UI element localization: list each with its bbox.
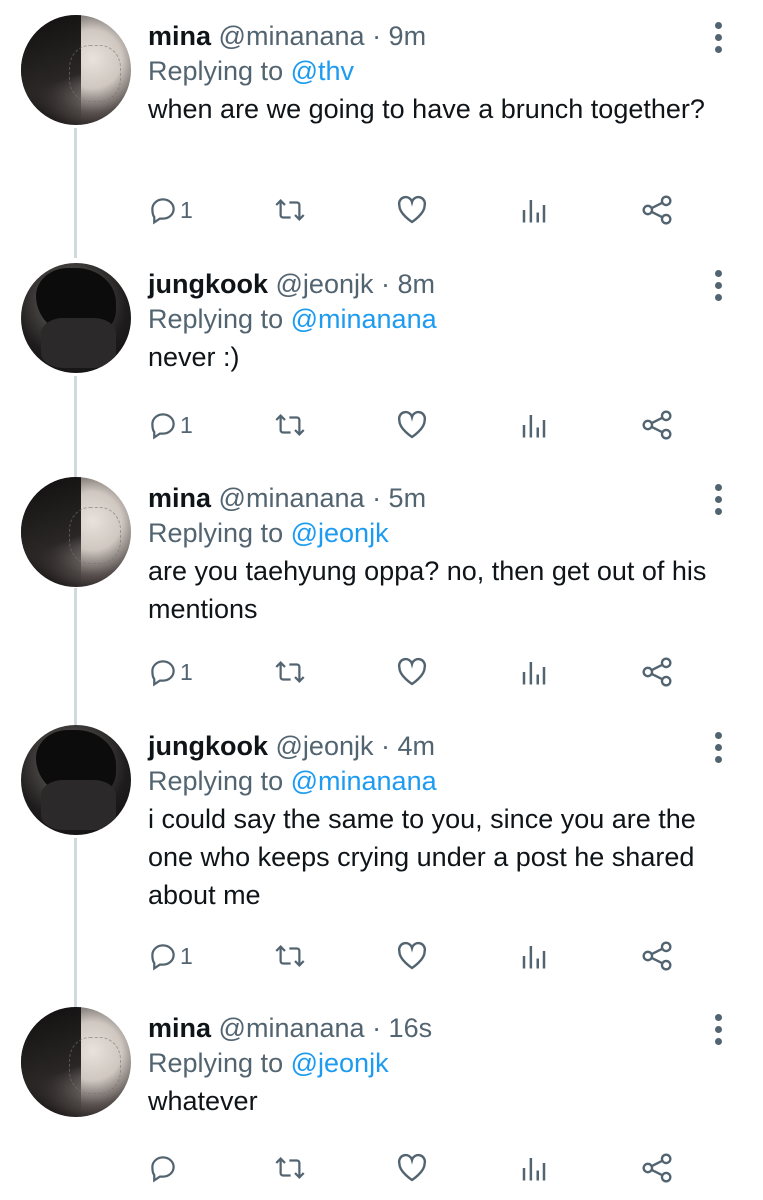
more-icon[interactable] <box>715 1014 723 1046</box>
like-button[interactable] <box>396 405 428 445</box>
reply-icon <box>151 413 175 440</box>
analytics-icon <box>522 946 546 969</box>
reply-icon <box>151 660 175 687</box>
reply-prefix: Replying to <box>148 518 284 548</box>
mention-link[interactable]: @thv <box>291 56 354 86</box>
reply-count: 1 <box>180 196 193 223</box>
like-button[interactable] <box>396 190 428 230</box>
analytics-button[interactable] <box>520 405 548 445</box>
user-handle[interactable]: @minanana <box>219 1013 365 1043</box>
timestamp[interactable]: · 16s <box>372 1013 432 1043</box>
share-button[interactable] <box>640 1148 674 1188</box>
analytics-icon <box>522 662 546 685</box>
heart-icon <box>397 1153 427 1182</box>
display-name[interactable]: jungkook <box>148 269 268 299</box>
analytics-button[interactable] <box>520 1148 548 1188</box>
analytics-icon <box>522 415 546 438</box>
tweet[interactable]: mina @minanana · 9m Replying to @thv whe… <box>0 0 763 250</box>
reply-button[interactable]: 1 <box>148 405 193 445</box>
analytics-button[interactable] <box>520 936 548 976</box>
reply-button[interactable]: 1 <box>148 652 193 692</box>
tweet-text: are you taehyung oppa? no, then get out … <box>148 556 707 624</box>
reply-count: 1 <box>180 942 193 969</box>
heart-icon <box>397 941 427 970</box>
reply-button[interactable] <box>148 1148 180 1188</box>
retweet-button[interactable] <box>272 936 308 976</box>
share-button[interactable] <box>640 190 674 230</box>
avatar[interactable] <box>21 1007 131 1117</box>
user-handle[interactable]: @minanana <box>219 483 365 513</box>
share-icon <box>642 941 672 971</box>
display-name[interactable]: mina <box>148 483 211 513</box>
retweet-button[interactable] <box>272 652 308 692</box>
heart-icon <box>397 410 427 439</box>
mention-link[interactable]: @minanana <box>291 766 437 796</box>
reply-button[interactable]: 1 <box>148 936 193 976</box>
share-button[interactable] <box>640 405 674 445</box>
share-button[interactable] <box>640 652 674 692</box>
more-icon[interactable] <box>715 732 723 764</box>
tweet[interactable]: jungkook @jeonjk · 4m Replying to @minan… <box>0 710 763 1000</box>
like-button[interactable] <box>396 936 428 976</box>
timestamp[interactable]: · 5m <box>372 483 426 513</box>
analytics-button[interactable] <box>520 190 548 230</box>
tweet-text: never :) <box>148 342 240 372</box>
display-name[interactable]: mina <box>148 21 211 51</box>
mention-link[interactable]: @jeonjk <box>291 518 389 548</box>
reply-prefix: Replying to <box>148 766 284 796</box>
more-icon[interactable] <box>715 270 723 302</box>
avatar[interactable] <box>21 725 131 835</box>
heart-icon <box>397 657 427 686</box>
reply-prefix: Replying to <box>148 304 284 334</box>
reply-count: 1 <box>180 658 193 685</box>
retweet-button[interactable] <box>272 1148 308 1188</box>
reply-prefix: Replying to <box>148 56 284 86</box>
heart-icon <box>397 195 427 224</box>
reply-prefix: Replying to <box>148 1048 284 1078</box>
retweet-icon <box>275 661 305 683</box>
tweet[interactable]: mina @minanana · 5m Replying to @jeonjk … <box>0 462 763 722</box>
tweet-text: whatever <box>148 1086 258 1116</box>
display-name[interactable]: jungkook <box>148 731 268 761</box>
mention-link[interactable]: @jeonjk <box>291 1048 389 1078</box>
retweet-button[interactable] <box>272 405 308 445</box>
timestamp[interactable]: · 8m <box>381 269 435 299</box>
like-button[interactable] <box>396 652 428 692</box>
reply-count: 1 <box>180 411 193 438</box>
user-handle[interactable]: @jeonjk <box>276 731 374 761</box>
retweet-icon <box>275 414 305 436</box>
share-icon <box>642 410 672 440</box>
user-handle[interactable]: @minanana <box>219 21 365 51</box>
more-icon[interactable] <box>715 22 723 54</box>
reply-icon <box>151 1156 175 1183</box>
share-icon <box>642 1153 672 1183</box>
avatar[interactable] <box>21 263 131 373</box>
share-icon <box>642 195 672 225</box>
share-button[interactable] <box>640 936 674 976</box>
more-icon[interactable] <box>715 484 723 516</box>
analytics-icon <box>522 200 546 223</box>
retweet-icon <box>275 945 305 967</box>
analytics-button[interactable] <box>520 652 548 692</box>
reply-icon <box>151 944 175 971</box>
reply-button[interactable]: 1 <box>148 190 193 230</box>
tweet-text: when are we going to have a brunch toget… <box>148 94 705 124</box>
reply-icon <box>151 198 175 225</box>
avatar[interactable] <box>21 15 131 125</box>
timestamp[interactable]: · 4m <box>381 731 435 761</box>
share-icon <box>642 657 672 687</box>
mention-link[interactable]: @minanana <box>291 304 437 334</box>
retweet-icon <box>275 1157 305 1179</box>
retweet-button[interactable] <box>272 190 308 230</box>
analytics-icon <box>522 1158 546 1181</box>
timestamp[interactable]: · 9m <box>372 21 426 51</box>
tweet[interactable]: mina @minanana · 16s Replying to @jeonjk… <box>0 992 763 1200</box>
avatar[interactable] <box>21 477 131 587</box>
display-name[interactable]: mina <box>148 1013 211 1043</box>
like-button[interactable] <box>396 1148 428 1188</box>
tweet-text: i could say the same to you, since you a… <box>148 804 696 910</box>
tweet[interactable]: jungkook @jeonjk · 8m Replying to @minan… <box>0 248 763 488</box>
retweet-icon <box>275 199 305 221</box>
user-handle[interactable]: @jeonjk <box>276 269 374 299</box>
